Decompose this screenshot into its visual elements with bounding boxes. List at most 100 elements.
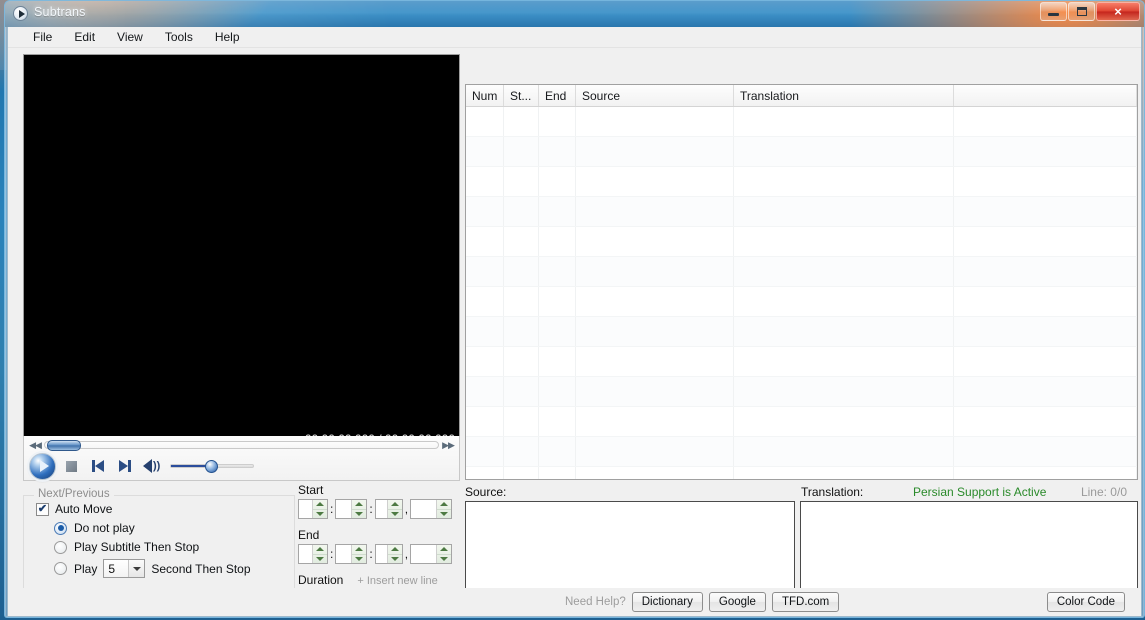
table-cell — [504, 467, 539, 479]
color-code-button[interactable]: Color Code — [1046, 592, 1125, 612]
close-button[interactable]: × — [1096, 2, 1140, 21]
end-millis-up[interactable] — [437, 545, 452, 555]
google-button[interactable]: Google — [708, 592, 766, 612]
table-cell — [734, 437, 954, 466]
transport-buttons: )) — [24, 452, 459, 480]
radio-do-not-play-label: Do not play — [74, 521, 135, 535]
end-time-row: : : , — [298, 544, 460, 564]
table-cell — [466, 227, 504, 256]
table-row[interactable] — [466, 377, 1137, 407]
end-millis-spinner[interactable] — [410, 544, 453, 564]
window-controls: × — [1039, 2, 1140, 21]
next-button[interactable] — [113, 456, 137, 476]
table-row[interactable] — [466, 467, 1137, 479]
start-minutes-field[interactable] — [336, 500, 352, 518]
table-cell — [734, 137, 954, 166]
start-minutes-spinner[interactable] — [335, 499, 368, 519]
seconds-dropdown[interactable]: 5 — [103, 559, 146, 578]
start-millis-down[interactable] — [437, 510, 451, 519]
start-millis-field[interactable] — [411, 500, 437, 518]
end-seconds-up[interactable] — [387, 545, 402, 555]
dictionary-button[interactable]: Dictionary — [631, 592, 703, 612]
chevron-down-icon[interactable] — [128, 560, 145, 577]
start-millis-up[interactable] — [437, 500, 452, 510]
subtitle-table-body[interactable] — [466, 107, 1137, 479]
start-seconds-up[interactable] — [387, 500, 402, 510]
start-millis-spinner[interactable] — [410, 499, 453, 519]
volume-icon[interactable]: )) — [143, 459, 160, 473]
tfd-button[interactable]: TFD.com — [771, 592, 840, 612]
rewind-icon[interactable]: ◀◀ — [28, 440, 42, 451]
radio-play-subtitle-then-stop[interactable]: Play Subtitle Then Stop — [24, 540, 294, 554]
menu-item-help[interactable]: Help — [204, 28, 251, 46]
end-minutes-spinner[interactable] — [335, 544, 368, 564]
column-header-translation[interactable]: Translation — [734, 85, 954, 106]
end-hours-spinner[interactable] — [298, 544, 328, 564]
seek-slider-thumb[interactable] — [47, 440, 81, 451]
start-hours-spinner[interactable] — [298, 499, 328, 519]
end-hours-down[interactable] — [313, 555, 327, 564]
maximize-button[interactable] — [1068, 2, 1095, 21]
table-row[interactable] — [466, 167, 1137, 197]
minimize-button[interactable] — [1040, 2, 1067, 21]
end-millis-down[interactable] — [437, 555, 451, 564]
end-hours-field[interactable] — [299, 545, 312, 563]
end-seconds-spinner[interactable] — [374, 544, 403, 564]
menu-item-file[interactable]: File — [22, 28, 63, 46]
end-minutes-field[interactable] — [336, 545, 352, 563]
radio-do-not-play-indicator[interactable] — [54, 521, 67, 535]
video-preview[interactable]: 00:00:00,000 / 00:00:00,000 — [23, 54, 460, 450]
start-hours-down[interactable] — [313, 510, 327, 519]
menu-item-edit[interactable]: Edit — [63, 28, 106, 46]
table-row[interactable] — [466, 257, 1137, 287]
menu-item-view[interactable]: View — [106, 28, 154, 46]
previous-button[interactable] — [86, 456, 110, 476]
start-seconds-spinner[interactable] — [374, 499, 403, 519]
start-seconds-down[interactable] — [388, 510, 402, 519]
table-cell — [734, 377, 954, 406]
subtitle-table[interactable]: Num St... End Source Translation — [465, 84, 1138, 480]
table-row[interactable] — [466, 437, 1137, 467]
menu-item-tools[interactable]: Tools — [154, 28, 204, 46]
table-row[interactable] — [466, 317, 1137, 347]
table-row[interactable] — [466, 197, 1137, 227]
end-seconds-field[interactable] — [375, 545, 387, 563]
table-row[interactable] — [466, 137, 1137, 167]
end-hours-up[interactable] — [313, 545, 327, 555]
fast-forward-icon[interactable]: ▶▶ — [441, 440, 455, 451]
end-minutes-down[interactable] — [352, 555, 366, 564]
radio-play-seconds-indicator[interactable] — [54, 562, 67, 575]
start-hours-field[interactable] — [299, 500, 312, 518]
table-row[interactable] — [466, 227, 1137, 257]
seek-slider[interactable] — [44, 440, 439, 451]
table-cell — [539, 137, 576, 166]
play-button[interactable] — [29, 452, 56, 480]
volume-slider-thumb[interactable] — [204, 460, 218, 473]
end-millis-field[interactable] — [411, 545, 437, 563]
radio-play-seconds-then-stop[interactable]: Play 5 Second Then Stop — [24, 559, 294, 578]
end-seconds-down[interactable] — [388, 555, 402, 564]
start-seconds-field[interactable] — [375, 500, 387, 518]
column-header-num[interactable]: Num — [466, 85, 504, 106]
stop-button[interactable] — [59, 456, 83, 476]
volume-slider[interactable] — [170, 460, 255, 473]
start-minutes-down[interactable] — [352, 510, 366, 519]
column-header-start[interactable]: St... — [504, 85, 539, 106]
start-minutes-up[interactable] — [352, 500, 367, 510]
radio-do-not-play[interactable]: Do not play — [24, 521, 294, 535]
end-minutes-up[interactable] — [352, 545, 367, 555]
start-hours-up[interactable] — [313, 500, 327, 510]
column-header-source[interactable]: Source — [576, 85, 734, 106]
table-row[interactable] — [466, 347, 1137, 377]
duration-label: Duration — [298, 573, 344, 587]
table-row[interactable] — [466, 107, 1137, 137]
radio-play-subtitle-then-stop-indicator[interactable] — [54, 540, 67, 554]
column-header-extra[interactable] — [954, 85, 1137, 106]
auto-move-row[interactable]: ✔ Auto Move — [24, 502, 294, 516]
table-row[interactable] — [466, 287, 1137, 317]
need-help-label: Need Help? — [565, 596, 626, 608]
table-row[interactable] — [466, 407, 1137, 437]
auto-move-checkbox[interactable]: ✔ — [36, 502, 49, 516]
table-cell — [504, 407, 539, 436]
column-header-end[interactable]: End — [539, 85, 576, 106]
